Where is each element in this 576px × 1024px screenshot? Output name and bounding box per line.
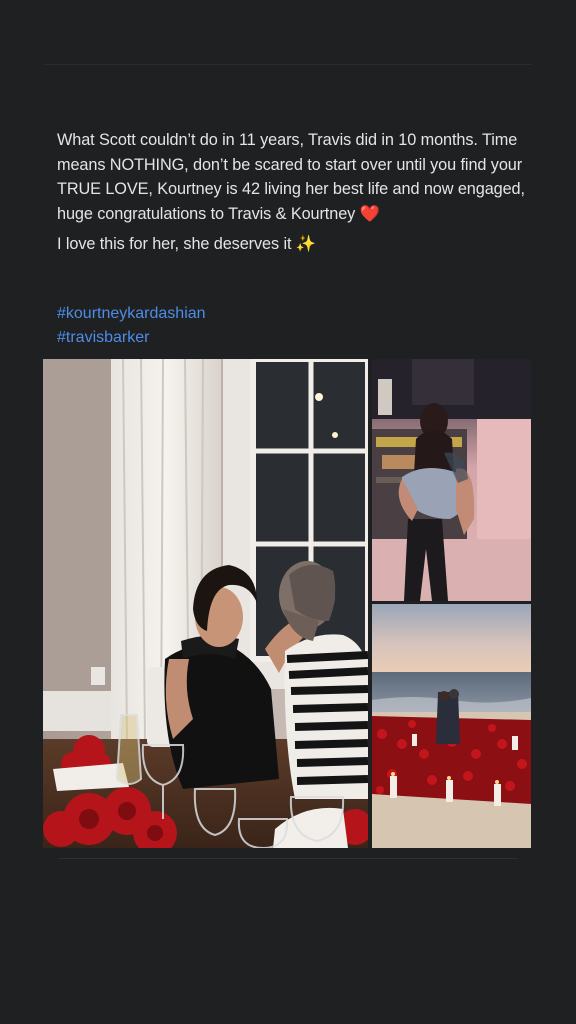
heart-emoji-icon: ❤️ — [359, 204, 380, 223]
photo-couple-studio-image — [372, 359, 531, 601]
photo-beach-proposal-roses[interactable] — [372, 604, 531, 848]
photo-beach-proposal-roses-image — [372, 604, 531, 848]
post-text: What Scott couldn’t do in 11 years, Trav… — [57, 128, 527, 257]
photo-couple-studio[interactable] — [372, 359, 531, 601]
photo-couple-kiss-dinner-image — [43, 359, 368, 848]
hashtag-list: #kourtneykardashian #travisbarker — [57, 302, 206, 350]
post-text-main: What Scott couldn’t do in 11 years, Trav… — [57, 131, 525, 223]
bottom-divider — [58, 858, 518, 859]
post-text-secondary: I love this for her, she deserves it — [57, 235, 292, 254]
hashtag-kourtneykardashian[interactable]: #kourtneykardashian — [57, 302, 206, 326]
post-text-line-2: I love this for her, she deserves it ✨ — [57, 232, 527, 257]
post-text-line-1: What Scott couldn’t do in 11 years, Trav… — [57, 128, 527, 226]
sparkles-emoji-icon: ✨ — [295, 235, 317, 254]
hashtag-travisbarker[interactable]: #travisbarker — [57, 326, 206, 350]
photo-couple-kiss-dinner[interactable] — [43, 359, 368, 848]
top-divider — [44, 64, 532, 65]
